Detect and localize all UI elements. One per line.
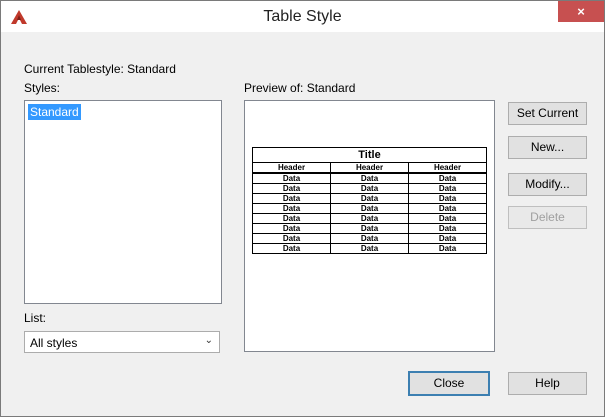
preview-data-cell: Data	[252, 193, 331, 204]
preview-table: Title Header Header Header Data Data Data D…	[252, 147, 487, 254]
preview-data-row: Data Data Data	[252, 183, 487, 194]
set-current-button[interactable]: Set Current	[508, 102, 587, 125]
preview-data-cell: Data	[252, 233, 331, 244]
close-icon: ×	[577, 4, 585, 19]
preview-header-cell: Header	[408, 162, 487, 174]
preview-data-row: Data Data Data	[252, 223, 487, 234]
style-item-standard[interactable]: Standard	[28, 104, 81, 120]
preview-data-cell: Data	[330, 193, 409, 204]
dialog-body: Current Tablestyle: Standard Styles: Pre…	[9, 32, 596, 408]
preview-data-cell: Data	[408, 243, 487, 254]
preview-header-row: Header Header Header	[252, 162, 487, 174]
preview-data-cell: Data	[330, 223, 409, 234]
preview-data-cell: Data	[330, 172, 409, 184]
list-label: List:	[24, 311, 47, 325]
chevron-down-icon[interactable]: ⌄	[205, 335, 213, 346]
preview-data-cell: Data	[330, 233, 409, 244]
preview-data-row: Data Data Data	[252, 243, 487, 254]
preview-header-cell: Header	[330, 162, 409, 174]
preview-label: Preview of: Standard	[244, 81, 356, 95]
preview-data-cell: Data	[252, 243, 331, 254]
preview-title-cell: Title	[252, 147, 487, 163]
preview-data-row: Data Data Data	[252, 213, 487, 224]
preview-data-cell: Data	[408, 183, 487, 194]
close-window-button[interactable]: ×	[558, 1, 604, 22]
preview-data-cell: Data	[408, 203, 487, 214]
preview-data-row: Data Data Data	[252, 193, 487, 204]
list-filter-value: All styles	[30, 336, 78, 350]
table-style-dialog: Table Style × Current Tablestyle: Standa…	[0, 0, 605, 417]
preview-data-cell: Data	[330, 183, 409, 194]
preview-data-cell: Data	[252, 172, 331, 184]
preview-data-cell: Data	[252, 223, 331, 234]
styles-listbox[interactable]: Standard	[24, 100, 222, 304]
preview-data-cell: Data	[408, 172, 487, 184]
preview-data-cell: Data	[408, 213, 487, 224]
current-tablestyle-label: Current Tablestyle: Standard	[24, 62, 176, 76]
new-button[interactable]: New...	[508, 136, 587, 159]
preview-data-row: Data Data Data	[252, 172, 487, 184]
preview-data-cell: Data	[252, 203, 331, 214]
close-button[interactable]: Close	[408, 371, 490, 396]
preview-data-cell: Data	[408, 233, 487, 244]
title-bar[interactable]: Table Style ×	[1, 1, 604, 32]
preview-data-cell: Data	[330, 213, 409, 224]
preview-data-cell: Data	[330, 203, 409, 214]
preview-data-cell: Data	[408, 223, 487, 234]
list-filter-dropdown[interactable]: All styles ⌄	[24, 331, 220, 353]
help-button[interactable]: Help	[508, 372, 587, 395]
table-preview: Title Header Header Header Data Data Data D…	[244, 100, 495, 352]
preview-data-cell: Data	[252, 183, 331, 194]
preview-data-cell: Data	[252, 213, 331, 224]
preview-data-cell: Data	[408, 193, 487, 204]
preview-data-cell: Data	[330, 243, 409, 254]
window-title: Table Style	[263, 8, 342, 25]
preview-title-row: Title	[252, 147, 487, 163]
delete-button[interactable]: Delete	[508, 206, 587, 229]
modify-button[interactable]: Modify...	[508, 173, 587, 196]
preview-data-row: Data Data Data	[252, 233, 487, 244]
styles-label: Styles:	[24, 81, 61, 95]
preview-header-cell: Header	[252, 162, 331, 174]
preview-data-row: Data Data Data	[252, 203, 487, 214]
